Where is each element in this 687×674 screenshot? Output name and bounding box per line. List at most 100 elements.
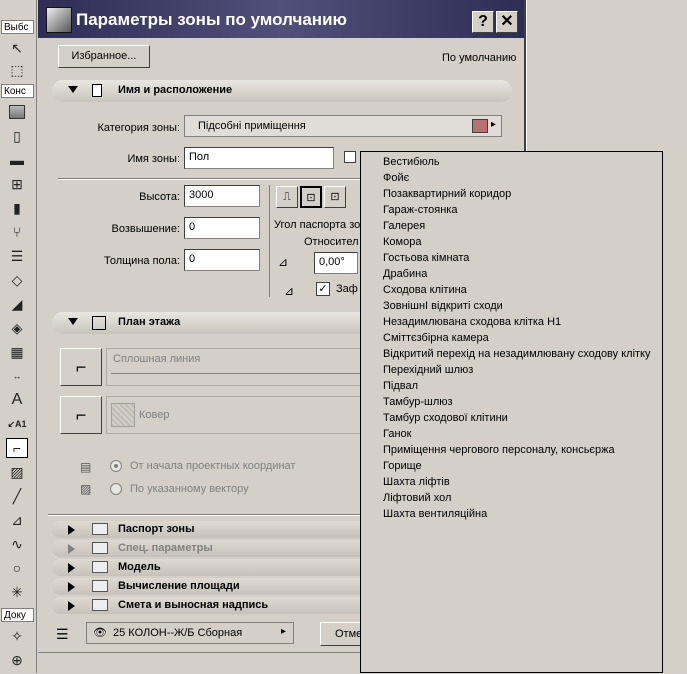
expand-triangle-icon — [68, 582, 75, 592]
hatch-origin-icon: ▤ — [80, 460, 92, 474]
title-bar[interactable]: Параметры зоны по умолчанию ? ✕ — [38, 0, 524, 38]
dropdown-item[interactable]: Горище — [383, 460, 422, 472]
circle-tool-icon[interactable]: ○ — [6, 558, 28, 578]
expand-triangle-icon — [68, 525, 75, 535]
stamp-mode-2-button[interactable]: ⊡ — [300, 186, 322, 208]
estimate-section-header[interactable]: Смета и выносная надпись — [52, 597, 382, 614]
expand-triangle-icon — [68, 544, 75, 554]
section-title: Модель — [118, 561, 161, 573]
beam-tool-icon[interactable]: ▬ — [6, 150, 28, 170]
toolbox-select-label: Выбс — [1, 20, 34, 34]
dropdown-item[interactable]: Ліфтовий хол — [383, 492, 451, 504]
slab-tool-icon[interactable]: ◇ — [6, 270, 28, 290]
stamp-mode-3-button[interactable]: ⊡ — [324, 186, 346, 208]
radio-vector[interactable] — [110, 483, 122, 495]
stamp-mode-1-button[interactable]: ⎍ — [276, 186, 298, 208]
contour-pen-button[interactable]: ⌐ — [60, 348, 102, 386]
section-title: Вычисление площади — [118, 580, 240, 592]
fill-pattern-swatch — [111, 403, 135, 427]
roof-tool-icon[interactable]: ◢ — [6, 294, 28, 314]
shell-tool-icon[interactable]: ◈ — [6, 318, 28, 338]
area-calc-section-header[interactable]: Вычисление площади — [52, 578, 382, 595]
dropdown-item[interactable]: Фойє — [383, 172, 409, 184]
zone-stamp-section-header[interactable]: Паспорт зоны — [52, 521, 382, 538]
name-location-title: Имя и расположение — [118, 84, 233, 96]
dropdown-item[interactable]: ЗовнішнІ відкриті сходи — [383, 300, 503, 312]
name-location-section-header[interactable]: Имя и расположение — [52, 80, 512, 102]
category-color-swatch — [472, 119, 488, 133]
angle-field[interactable]: 0,00° — [314, 252, 358, 274]
dimension-tool-icon[interactable]: ↔ — [6, 366, 28, 386]
category-select[interactable]: Підсобні приміщення ▸ — [184, 115, 502, 137]
dropdown-item[interactable]: Приміщення чергового персоналу, консьєрж… — [383, 444, 615, 456]
fill-tool-icon[interactable]: ▨ — [6, 462, 28, 482]
dropdown-item[interactable]: Підвал — [383, 380, 418, 392]
dropdown-item[interactable]: Гостьова кімната — [383, 252, 469, 264]
hotspot-tool-icon[interactable]: ✳ — [6, 582, 28, 602]
chevron-right-icon: ▸ — [281, 626, 287, 637]
angle-icon: ⊿ — [278, 255, 289, 269]
dropdown-item[interactable]: Тамбур сходової клітини — [383, 412, 508, 424]
dropdown-item[interactable]: Шахта ліфтів — [383, 476, 450, 488]
dropdown-item[interactable]: Позаквартирний коридор — [383, 188, 511, 200]
arrow-tool-icon[interactable]: ↖ — [6, 38, 28, 58]
dropdown-item[interactable]: Перехідний шлюз — [383, 364, 473, 376]
height-field[interactable]: 3000 — [184, 185, 260, 207]
section-title: Спец. параметры — [118, 542, 213, 554]
dropdown-item[interactable]: Сходова клітина — [383, 284, 467, 296]
custom-params-section-header[interactable]: Спец. параметры — [52, 540, 382, 557]
favorites-button[interactable]: Избранное... — [58, 45, 150, 68]
radio-project-label: От начала проектных координат — [130, 460, 296, 472]
wall-tool-icon[interactable] — [6, 102, 28, 122]
params-icon — [92, 542, 108, 554]
line-type-select[interactable]: Сплошная линия — [106, 348, 366, 386]
elevation-field[interactable]: 0 — [184, 217, 260, 239]
zone-name-field[interactable]: Пол — [184, 147, 334, 169]
floor-thickness-field[interactable]: 0 — [184, 249, 260, 271]
spline-tool-icon[interactable]: ∿ — [6, 534, 28, 554]
dropdown-item[interactable]: Ганок — [383, 428, 411, 440]
dropdown-item[interactable]: Вестибюль — [383, 156, 440, 168]
line-type-value: Сплошная линия — [113, 353, 201, 365]
zone-category-dropdown[interactable]: Вестибюль Фойє Позаквартирний коридор Гараж… — [360, 151, 663, 673]
help-button[interactable]: ? — [472, 11, 494, 33]
label-tool-icon[interactable]: ↙A1 — [6, 414, 28, 434]
fix-checkbox[interactable]: ✓ — [316, 282, 330, 296]
section-tool-icon[interactable]: ⊕ — [6, 650, 28, 670]
stair-tool-icon[interactable]: ☰ — [6, 246, 28, 266]
name-options-icon[interactable] — [344, 151, 356, 163]
polyline-tool-icon[interactable]: ⊿ — [6, 510, 28, 530]
dropdown-item[interactable]: Тамбур-шлюз — [383, 396, 453, 408]
model-section-header[interactable]: Модель — [52, 559, 382, 576]
dropdown-item[interactable]: Комора — [383, 236, 421, 248]
stamp-angle-label: Угол паспорта зо — [274, 219, 361, 231]
camera-tool-icon[interactable]: ✧ — [6, 626, 28, 646]
zone-tool-icon[interactable]: ⌐ — [6, 438, 28, 458]
radio-dot — [114, 464, 118, 468]
dropdown-item[interactable]: Драбина — [383, 268, 427, 280]
text-tool-icon[interactable]: A — [6, 390, 28, 410]
marquee-tool-icon[interactable]: ⬚ — [6, 60, 28, 80]
window-tool-icon[interactable]: ⊞ — [6, 174, 28, 194]
dropdown-item[interactable]: Відкритий перехід на незадимлювану сходо… — [383, 348, 651, 360]
object-tool-icon[interactable]: ⑂ — [6, 222, 28, 242]
fill-pen-button[interactable]: ⌐ — [60, 396, 102, 434]
dropdown-item[interactable]: Незадимлювана сходова клітка Н1 — [383, 316, 561, 328]
line-tool-icon[interactable]: ╱ — [6, 486, 28, 506]
fix-angle-icon: ⊿ — [284, 284, 295, 298]
elevation-label: Возвышение: — [111, 223, 180, 235]
category-label: Категория зоны: — [97, 122, 180, 134]
door-tool-icon[interactable]: ▮ — [6, 198, 28, 218]
layer-select[interactable]: 👁 25 КОЛОН--Ж/Б Сборная ▸ — [86, 622, 294, 644]
dropdown-item[interactable]: Шахта вентиляційна — [383, 508, 487, 520]
dropdown-item[interactable]: Гараж-стоянка — [383, 204, 457, 216]
column-tool-icon[interactable]: ▯ — [6, 126, 28, 146]
category-value: Підсобні приміщення — [198, 120, 306, 132]
toolbox-construct-label: Конс — [1, 84, 34, 98]
dropdown-item[interactable]: Галерея — [383, 220, 425, 232]
close-button[interactable]: ✕ — [496, 11, 518, 33]
fill-type-select[interactable]: Ковер — [106, 396, 366, 434]
eye-icon: 👁 — [93, 627, 107, 639]
dropdown-item[interactable]: Сміттєзбірна камера — [383, 332, 489, 344]
mesh-tool-icon[interactable]: ▦ — [6, 342, 28, 362]
